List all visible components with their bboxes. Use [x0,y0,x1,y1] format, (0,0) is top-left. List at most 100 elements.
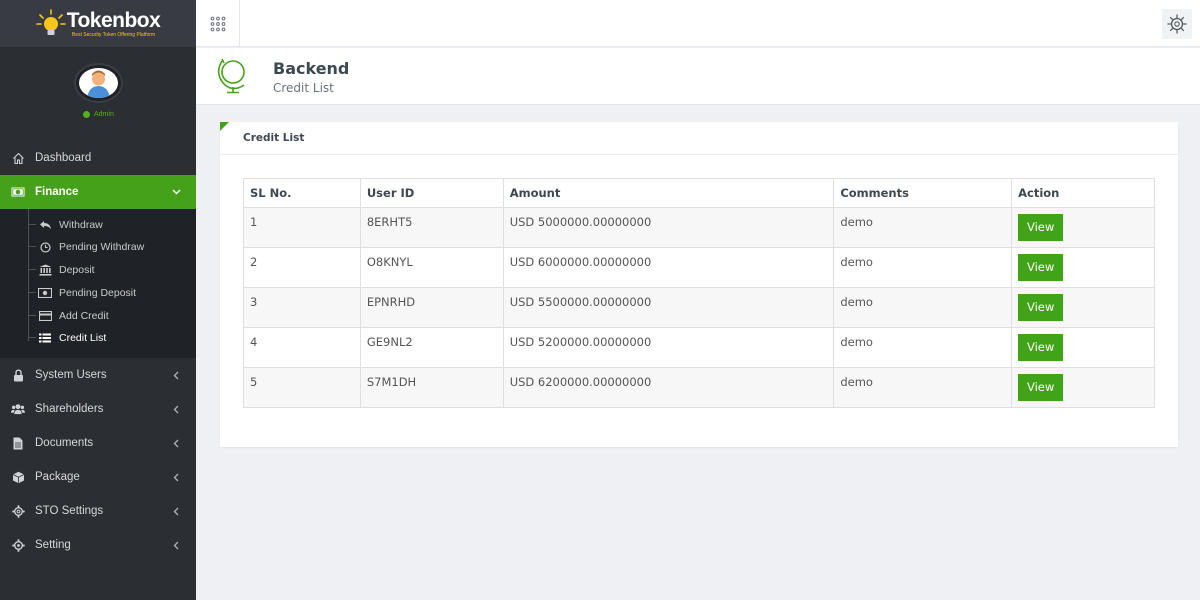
submenu-item-label: Add Credit [59,310,109,322]
avatar[interactable] [76,65,121,101]
gear-icon [11,504,25,518]
table-row: 3 EPNRHD USD 5500000.00000000 demo View [243,287,1155,328]
cell-sl-no: 3 [243,287,361,328]
sidebar-item-system-users[interactable]: System Users [0,358,196,392]
cell-comments: demo [833,287,1013,328]
lightbulb-icon [35,8,66,39]
table-row: 5 S7M1DH USD 6200000.00000000 demo View [243,367,1155,408]
sidebar-item-setting[interactable]: Setting [0,528,196,562]
cell-comments: demo [833,327,1013,368]
brand-tagline: Best Security Token Offering Platform [71,31,156,38]
gear-icon [11,538,25,552]
clock-icon [38,241,52,253]
page-title: Backend [273,59,350,78]
cell-comments: demo [833,207,1013,248]
cell-user-id: GE9NL2 [359,327,504,368]
page-subtitle: Credit List [273,81,334,95]
view-button[interactable]: View [1018,294,1064,321]
column-header-comments[interactable]: Comments [833,178,1013,208]
sidebar-item-label: Setting [35,539,71,551]
sidebar-item-finance[interactable]: Finance [0,175,196,209]
brand-logo[interactable]: Tokenbox Best Security Token Offering Pl… [35,8,161,39]
chevron-left-icon [170,539,182,551]
chevron-left-icon [170,369,182,381]
submenu-item-deposit[interactable]: Deposit [28,259,95,281]
cell-comments: demo [833,247,1013,288]
column-header-user-id[interactable]: User ID [359,178,504,208]
users-icon [11,402,25,416]
cell-amount: USD 5500000.00000000 [502,287,835,328]
cell-amount: USD 6200000.00000000 [502,367,835,408]
cell-action: View [1011,287,1155,328]
submenu-item-credit-list[interactable]: Credit List [28,327,107,349]
sidebar-item-dashboard[interactable]: Dashboard [0,141,196,175]
money-icon [11,185,25,199]
sidebar-item-documents[interactable]: Documents [0,426,196,460]
cell-amount: USD 5000000.00000000 [502,207,835,248]
cell-action: View [1011,207,1155,248]
sidebar-item-shareholders[interactable]: Shareholders [0,392,196,426]
page-header: Backend Credit List [196,48,1200,105]
box-icon [11,470,25,484]
sidebar-item-label: Documents [35,437,94,449]
submenu-item-label: Credit List [59,332,107,344]
user-role: Admin [94,111,114,118]
cell-amount: USD 6000000.00000000 [502,247,835,288]
credit-card-icon [38,310,52,322]
brand-name: Tokenbox [66,8,161,32]
view-button[interactable]: View [1018,374,1064,401]
table-header-row: SL No. User ID Amount Comments Action [243,178,1155,208]
profile: Admin [0,47,196,125]
home-icon [11,151,25,165]
sidebar-item-label: Shareholders [35,403,104,415]
column-header-sl-no[interactable]: SL No. [243,178,361,208]
view-button[interactable]: View [1018,214,1064,241]
column-header-amount[interactable]: Amount [502,178,835,208]
cell-sl-no: 1 [243,207,361,248]
online-status: Admin [83,111,114,118]
view-button[interactable]: View [1018,334,1064,361]
chevron-left-icon [170,403,182,415]
chevron-left-icon [170,471,182,483]
sidebar-item-label: Package [35,471,80,483]
cell-action: View [1011,327,1155,368]
money-icon [38,287,52,299]
lock-icon [11,368,25,382]
column-header-action: Action [1011,178,1155,208]
table-row: 1 8ERHT5 USD 5000000.00000000 demo View [243,207,1155,248]
submenu-item-pending-deposit[interactable]: Pending Deposit [28,282,136,304]
credit-list-card: Credit List SL No. User ID Amount Commen… [220,122,1178,447]
submenu-item-label: Deposit [59,264,95,276]
table-row: 2 O8KNYL USD 6000000.00000000 demo View [243,247,1155,288]
cell-sl-no: 4 [243,327,361,368]
settings-button[interactable] [1162,9,1192,39]
submenu-item-label: Withdraw [59,219,103,231]
card-header: Credit List [220,122,1178,155]
reply-icon [38,219,52,231]
chevron-down-icon [170,186,182,198]
apps-grid-icon [210,16,225,31]
list-icon [38,332,52,344]
gear-icon [1167,14,1187,34]
sidebar-item-label: Finance [35,186,79,198]
top-bar [196,0,1200,47]
logo-bar: Tokenbox Best Security Token Offering Pl… [0,0,196,47]
table-row: 4 GE9NL2 USD 5200000.00000000 demo View [243,327,1155,368]
sidebar-item-package[interactable]: Package [0,460,196,494]
apps-grid-button[interactable] [196,0,240,47]
bank-icon [38,264,52,276]
submenu-item-withdraw[interactable]: Withdraw [28,214,103,236]
file-icon [11,436,25,450]
finance-submenu: Withdraw Pending Withdraw Deposit Pendin… [0,209,196,358]
submenu-item-pending-withdraw[interactable]: Pending Withdraw [28,236,144,258]
view-button[interactable]: View [1018,254,1064,281]
cell-comments: demo [833,367,1013,408]
cell-action: View [1011,247,1155,288]
cell-user-id: O8KNYL [359,247,504,288]
submenu-tree-line [28,209,29,341]
submenu-item-add-credit[interactable]: Add Credit [28,305,109,327]
credit-table: SL No. User ID Amount Comments Action 1 … [243,178,1155,408]
sidebar-item-sto-settings[interactable]: STO Settings [0,494,196,528]
status-dot-icon [83,111,90,118]
cell-user-id: EPNRHD [359,287,504,328]
